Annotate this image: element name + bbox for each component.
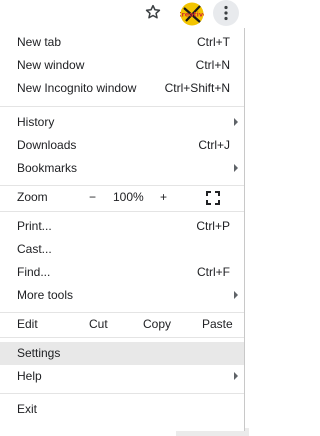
menu-separator bbox=[0, 393, 244, 394]
menu-item-shortcut: Ctrl+P bbox=[196, 219, 230, 233]
menu-item-new-window[interactable]: New window Ctrl+N bbox=[0, 54, 244, 77]
submenu-arrow-icon bbox=[234, 372, 238, 380]
menu-item-label: Find... bbox=[17, 265, 51, 279]
menu-item-find[interactable]: Find... Ctrl+F bbox=[0, 261, 244, 284]
submenu-arrow-icon bbox=[234, 291, 238, 299]
menu-item-history[interactable]: History bbox=[0, 111, 244, 134]
menu-item-help[interactable]: Help bbox=[0, 365, 244, 388]
menu-item-settings[interactable]: Settings bbox=[0, 342, 244, 365]
zoom-in-button[interactable]: + bbox=[160, 190, 167, 204]
submenu-arrow-icon bbox=[234, 164, 238, 172]
zoom-level-value: 100% bbox=[113, 190, 144, 204]
menu-item-label: Cast... bbox=[17, 242, 52, 256]
menu-item-shortcut: Ctrl+F bbox=[197, 265, 230, 279]
profile-avatar[interactable]: Kreative bbox=[176, 2, 208, 26]
menu-item-more-tools[interactable]: More tools bbox=[0, 284, 244, 307]
edit-row: Edit Cut Copy Paste bbox=[0, 313, 244, 336]
menu-item-downloads[interactable]: Downloads Ctrl+J bbox=[0, 134, 244, 157]
zoom-out-button[interactable]: − bbox=[89, 190, 96, 204]
menu-item-shortcut: Ctrl+T bbox=[197, 35, 230, 49]
menu-item-new-incognito-window[interactable]: New Incognito window Ctrl+Shift+N bbox=[0, 77, 244, 100]
three-dot-vertical-icon bbox=[224, 5, 228, 21]
menu-item-label: Downloads bbox=[17, 138, 77, 152]
menu-separator bbox=[0, 106, 244, 107]
menu-item-label: New window bbox=[17, 58, 85, 72]
menu-item-new-tab[interactable]: New tab Ctrl+T bbox=[0, 31, 244, 54]
menu-item-print[interactable]: Print... Ctrl+P bbox=[0, 215, 244, 238]
menu-separator bbox=[0, 211, 244, 212]
bookmark-star-icon[interactable] bbox=[144, 3, 162, 21]
zoom-row: Zoom − 100% + bbox=[0, 186, 244, 209]
menu-item-label: Help bbox=[17, 369, 42, 383]
menu-item-shortcut: Ctrl+J bbox=[198, 138, 230, 152]
menu-item-label: More tools bbox=[17, 288, 74, 302]
browser-toolbar: Kreative bbox=[0, 0, 249, 28]
menu-item-shortcut: Ctrl+N bbox=[195, 58, 230, 72]
menu-item-label: Print... bbox=[17, 219, 52, 233]
menu-item-cast[interactable]: Cast... bbox=[0, 238, 244, 261]
submenu-arrow-icon bbox=[234, 118, 238, 126]
menu-item-label: History bbox=[17, 115, 55, 129]
paste-button[interactable]: Paste bbox=[202, 317, 233, 331]
menu-item-shortcut: Ctrl+Shift+N bbox=[164, 81, 230, 95]
menu-item-label: New tab bbox=[17, 35, 62, 49]
cut-button[interactable]: Cut bbox=[89, 317, 108, 331]
copy-button[interactable]: Copy bbox=[143, 317, 171, 331]
menu-item-exit[interactable]: Exit bbox=[0, 398, 244, 421]
menu-item-label: New Incognito window bbox=[17, 81, 137, 95]
menu-separator bbox=[0, 337, 244, 338]
chrome-main-menu: New tab Ctrl+T New window Ctrl+N New Inc… bbox=[0, 28, 245, 431]
edit-label: Edit bbox=[17, 317, 38, 331]
menu-item-bookmarks[interactable]: Bookmarks bbox=[0, 157, 244, 180]
main-menu-button[interactable] bbox=[213, 0, 239, 26]
menu-item-label: Exit bbox=[17, 402, 38, 416]
fullscreen-icon[interactable] bbox=[206, 191, 220, 205]
zoom-label: Zoom bbox=[17, 190, 48, 204]
menu-item-label: Settings bbox=[17, 346, 61, 360]
menu-item-label: Bookmarks bbox=[17, 161, 78, 175]
avatar-text: Kreative bbox=[180, 11, 204, 19]
